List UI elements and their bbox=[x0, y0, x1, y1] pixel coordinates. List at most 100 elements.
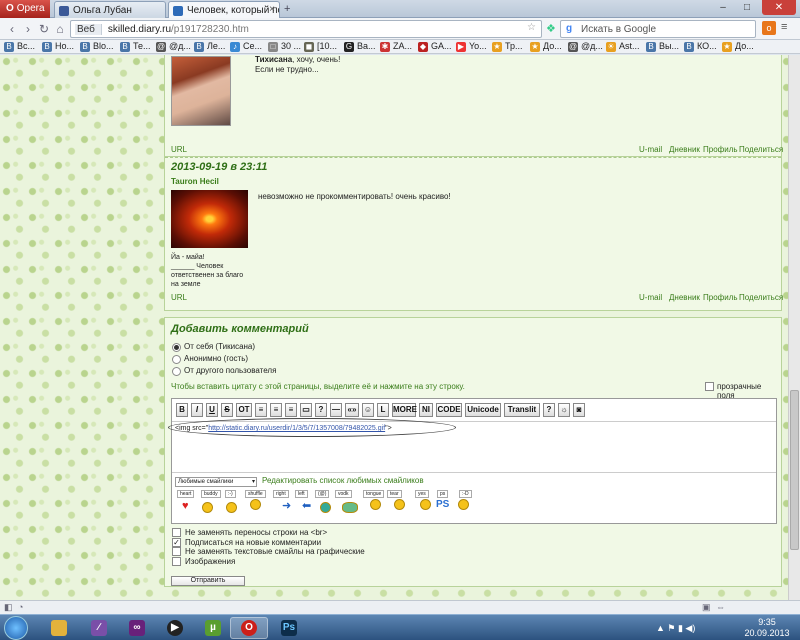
taskbar-app[interactable]: ∕ bbox=[80, 617, 118, 639]
underline-button[interactable]: U bbox=[206, 403, 218, 417]
radio-other-user[interactable] bbox=[172, 367, 181, 376]
taskbar-utorrent[interactable]: µ bbox=[194, 617, 232, 639]
offtopic-button[interactable]: OT bbox=[236, 403, 252, 417]
forward-button[interactable]: › bbox=[20, 21, 36, 37]
radio-anonymous[interactable] bbox=[172, 355, 181, 364]
laugh-smile-icon[interactable] bbox=[458, 499, 469, 510]
smile-code-label[interactable]: tear bbox=[387, 490, 402, 498]
align-center-button[interactable]: ≡ bbox=[270, 403, 282, 417]
shuffle-smile-icon[interactable] bbox=[250, 499, 261, 510]
clock[interactable]: 9:35 20.09.2013 bbox=[740, 617, 794, 639]
zoom-slider-icon[interactable]: ⇔ bbox=[716, 602, 725, 612]
tongue-smile-icon[interactable] bbox=[370, 499, 381, 510]
smile-code-label[interactable]: heart bbox=[177, 490, 195, 498]
strike-button[interactable]: S bbox=[221, 403, 233, 417]
smile-code-label[interactable]: (@) bbox=[315, 490, 330, 498]
option-checkbox[interactable] bbox=[172, 528, 181, 537]
taskbar-visualstudio[interactable]: ∞ bbox=[118, 617, 156, 639]
comment-author[interactable]: Тихисана bbox=[255, 55, 292, 64]
align-left-button[interactable]: ≡ bbox=[255, 403, 267, 417]
panel-toggle-icon[interactable]: ◧ bbox=[4, 602, 13, 613]
align-right-button[interactable]: ≡ bbox=[285, 403, 297, 417]
smile-code-label[interactable]: vodk bbox=[335, 490, 352, 498]
url-link[interactable]: URL bbox=[171, 145, 187, 154]
dance-smile-icon[interactable] bbox=[320, 502, 331, 513]
more-button[interactable]: MORE bbox=[392, 403, 417, 417]
bookmark-item[interactable]: ◆ GA... bbox=[418, 41, 452, 52]
bookmark-item[interactable]: ▶ Yo... bbox=[456, 41, 487, 52]
smiles-select[interactable]: Любимые смайлики ▾ bbox=[175, 477, 257, 487]
image-button[interactable]: ▭ bbox=[300, 403, 312, 417]
share-link[interactable]: Поделиться bbox=[739, 293, 783, 302]
tab-olga[interactable]: Ольга Лубан bbox=[54, 1, 166, 18]
bookmark-item[interactable]: ★ До... bbox=[530, 41, 562, 52]
submit-button[interactable]: Отправить bbox=[171, 576, 245, 586]
start-button[interactable] bbox=[4, 616, 28, 640]
buddy-smile-icon[interactable] bbox=[202, 502, 213, 513]
smile-code-label[interactable]: :-D bbox=[459, 490, 472, 498]
bookmark-item[interactable]: □ 30 ... bbox=[268, 41, 301, 52]
bookmark-item[interactable]: B Blo... bbox=[80, 41, 114, 52]
search-field[interactable]: g Искать в Google bbox=[560, 20, 756, 38]
unicode-button[interactable]: Unicode bbox=[465, 403, 501, 417]
option-checkbox[interactable]: ✓ bbox=[172, 537, 181, 547]
sun-button[interactable]: ☼ bbox=[558, 403, 570, 417]
window-close-button[interactable]: ✕ bbox=[762, 0, 796, 15]
link-button[interactable]: L bbox=[377, 403, 389, 417]
back-button[interactable]: ‹ bbox=[4, 21, 20, 37]
vodka-smile-icon[interactable] bbox=[342, 502, 358, 513]
diary-link[interactable]: Дневник bbox=[669, 293, 700, 302]
bookmark-item[interactable]: B Вы... bbox=[646, 41, 679, 52]
bold-button[interactable]: B bbox=[176, 403, 188, 417]
bookmark-item[interactable]: B Но... bbox=[42, 41, 74, 52]
arrow-left-icon[interactable]: ⬅ bbox=[302, 499, 311, 512]
page-scrollbar[interactable] bbox=[788, 55, 800, 600]
italic-button[interactable]: I bbox=[191, 403, 203, 417]
turbo-icon[interactable]: ◔ bbox=[18, 602, 23, 612]
smile-code-label[interactable]: right bbox=[273, 490, 289, 498]
tab-diary[interactable]: Человек, который под... × bbox=[168, 1, 280, 19]
camera-button[interactable]: ◙ bbox=[573, 403, 585, 417]
bookmark-item[interactable]: ◼ [10... bbox=[304, 41, 337, 52]
share-link[interactable]: Поделиться bbox=[739, 145, 783, 154]
new-tab-button[interactable]: + bbox=[284, 3, 290, 15]
minimize-button[interactable]: – bbox=[712, 0, 734, 15]
quote-hint-link[interactable]: Чтобы вставить цитату с этой страницы, в… bbox=[171, 382, 465, 391]
taskbar-opera[interactable]: O bbox=[230, 617, 268, 639]
bookmark-item[interactable]: B Те... bbox=[120, 41, 151, 52]
opera-menu-button[interactable]: O Opera bbox=[0, 0, 50, 18]
taskbar-explorer[interactable] bbox=[40, 617, 78, 639]
ni-button[interactable]: NI bbox=[419, 403, 433, 417]
ps-smile-icon[interactable]: PS bbox=[436, 499, 449, 510]
profile-link[interactable]: Профиль bbox=[703, 293, 738, 302]
smile-code-label[interactable]: tongue bbox=[363, 490, 385, 498]
edit-smiles-link[interactable]: Редактировать список любимых смайликов bbox=[262, 476, 424, 485]
bookmark-item[interactable]: @ @д... bbox=[156, 41, 191, 52]
smile-code-label[interactable]: left bbox=[295, 490, 308, 498]
tear-smile-icon[interactable] bbox=[394, 499, 405, 510]
bookmark-item[interactable]: ★ До... bbox=[722, 41, 754, 52]
bookmark-item[interactable]: ♪ Се... bbox=[230, 41, 262, 52]
smiles-button[interactable]: ☺ bbox=[362, 403, 374, 417]
transparent-checkbox[interactable] bbox=[705, 382, 714, 391]
taskbar-media[interactable]: ▶ bbox=[156, 617, 194, 639]
smile-code-label[interactable]: shuffle bbox=[245, 490, 266, 498]
bookmark-item[interactable]: ★ Тр... bbox=[492, 41, 523, 52]
address-field[interactable]: Веб skilled.diary.ru/p191728230.htm ☆ bbox=[70, 20, 542, 38]
code-button[interactable]: CODE bbox=[436, 403, 462, 417]
bookmark-item[interactable]: G Ba... bbox=[344, 41, 376, 52]
heart-smile-icon[interactable]: ♥ bbox=[182, 500, 189, 512]
faq-button[interactable]: ? bbox=[543, 403, 555, 417]
smile-code-label[interactable]: :-) bbox=[225, 490, 236, 498]
view-icon[interactable]: ▣ bbox=[702, 602, 711, 613]
radio-self[interactable] bbox=[172, 343, 181, 352]
comment-textarea[interactable]: <img src="http://static.diary.ru/userdir… bbox=[168, 418, 776, 473]
option-checkbox[interactable] bbox=[172, 547, 181, 556]
bookmark-item[interactable]: B Вс... bbox=[4, 41, 35, 52]
profile-link[interactable]: Профиль bbox=[703, 145, 738, 154]
yes-smile-icon[interactable] bbox=[420, 499, 431, 510]
menu-icon[interactable]: ≡ bbox=[781, 21, 787, 33]
comment-author[interactable]: Tauron Hecil bbox=[171, 177, 219, 186]
smile-code-label[interactable]: yes bbox=[415, 490, 429, 498]
bookmark-star-icon[interactable]: ☆ bbox=[527, 22, 536, 33]
